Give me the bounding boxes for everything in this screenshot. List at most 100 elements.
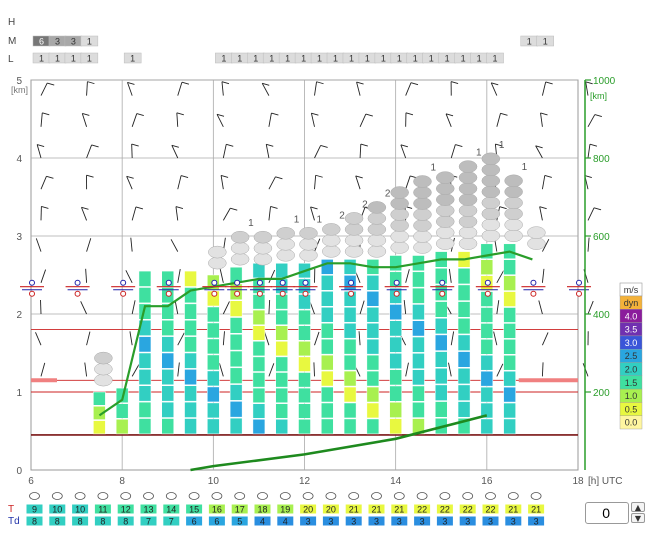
wind-barb-flag [87,81,95,85]
wind-barb [36,144,42,159]
thermal-cell [412,369,425,386]
y-right-tick: 200 [593,388,610,399]
thermal-cell [275,263,288,279]
wind-barb-flag [545,81,553,85]
y-left-tick: 2 [16,310,22,321]
surface-T-value: 19 [280,505,290,515]
wind-barb-flag [320,144,328,148]
x-tick: 6 [28,476,34,487]
low-cloud-value: 1 [333,54,338,64]
legend-label: 0.5 [625,404,638,414]
hour-offset-input[interactable] [588,505,610,521]
y-right-tick: 600 [593,232,610,243]
weather-symbol [348,492,360,500]
wind-barb [86,238,92,252]
thermal-cell [161,369,174,386]
wind-barb [585,81,589,96]
cumulus-bubble [458,237,478,250]
thermal-cell [229,317,243,334]
x-unit: [h] UTC [588,476,622,487]
low-cloud-value: 1 [55,54,60,64]
cumulus-bubble [481,185,501,199]
wind-barb [268,112,272,127]
cumulus-bubble [344,212,364,225]
weather-symbol [97,492,109,500]
wind-barb [131,113,138,127]
thermal-cell [207,306,220,323]
x-tick: 8 [119,476,125,487]
thermal-cell [184,336,197,353]
cloud-base-marker [29,279,35,286]
thermal-cell [161,385,174,402]
thermal-cell [366,402,380,419]
wind-barb [177,268,181,283]
thermal-cell [252,356,266,372]
legend-label: 2.0 [625,365,638,375]
cumulus-bubble [458,182,478,195]
cloud-base-marker [484,279,491,286]
thermal-cell [275,294,288,310]
cumulus-bubble [367,234,387,247]
thermal-cell [480,339,494,355]
wind-barb [131,364,140,377]
y-left-label: [km] [11,85,28,95]
thermal-cell [480,418,494,435]
cloud-base-marker [576,279,582,286]
legend-label: dyn [624,298,639,308]
cumulus-bubble [253,241,273,255]
cumulus-bubble [481,218,501,232]
wind-barb [359,143,362,159]
wind-barb [35,238,42,252]
thermal-cell [503,259,516,275]
cumulus-bubble [413,219,432,232]
thermal-cell [412,304,425,320]
spin-up-button[interactable]: ▲ [631,502,645,512]
thermal-cell [321,338,334,355]
weather-symbol [302,492,314,500]
thermal-cell [207,386,220,403]
wind-barb-flag [181,81,190,85]
x-tick: 14 [390,476,402,487]
wind-barb [81,113,88,127]
wind-barb [218,362,224,377]
wind-barb-flag [365,113,373,117]
hour-offset-stepper[interactable] [585,502,629,524]
thermal-cell [138,418,152,435]
thermal-cell [321,402,334,419]
surface-Td-value: 4 [283,517,288,527]
wind-barb-flag [82,113,90,116]
thermal-cell [184,369,197,386]
thermal-cell [207,354,220,371]
thermal-cell [138,270,152,287]
thermal-cell [503,355,516,371]
cumulus-bubble [253,252,273,266]
wind-barb [84,362,88,377]
thermal-cell [389,402,402,418]
thermal-cell [138,385,152,402]
thermal-cell [457,401,471,418]
thermal-cell [343,418,357,435]
wind-barb [448,362,452,377]
thermal-cell [207,322,220,339]
thermal-cell [115,419,129,435]
thermal-cell [229,334,243,351]
wind-barb-flag [41,205,49,209]
surface-Td-value: 7 [169,517,174,527]
thermal-cell [435,334,448,351]
cumulus-bubble [458,171,478,184]
thermal-cell [252,419,266,435]
thermal-cell [161,352,174,369]
cumulus-bubble [230,230,250,244]
wind-barb [265,144,270,159]
wind-barb [40,82,48,96]
surface-T-value: 13 [143,505,153,515]
low-cloud-value: 1 [365,54,370,64]
surface-T-label: T [8,504,14,515]
wind-barb [358,331,361,346]
x-tick: 18 [572,476,584,487]
spin-down-button[interactable]: ▼ [631,513,645,523]
surface-Td-value: 8 [78,517,83,527]
cumulus-bubble [367,212,387,225]
thermal-cell [207,370,220,387]
wind-barb [310,206,315,221]
